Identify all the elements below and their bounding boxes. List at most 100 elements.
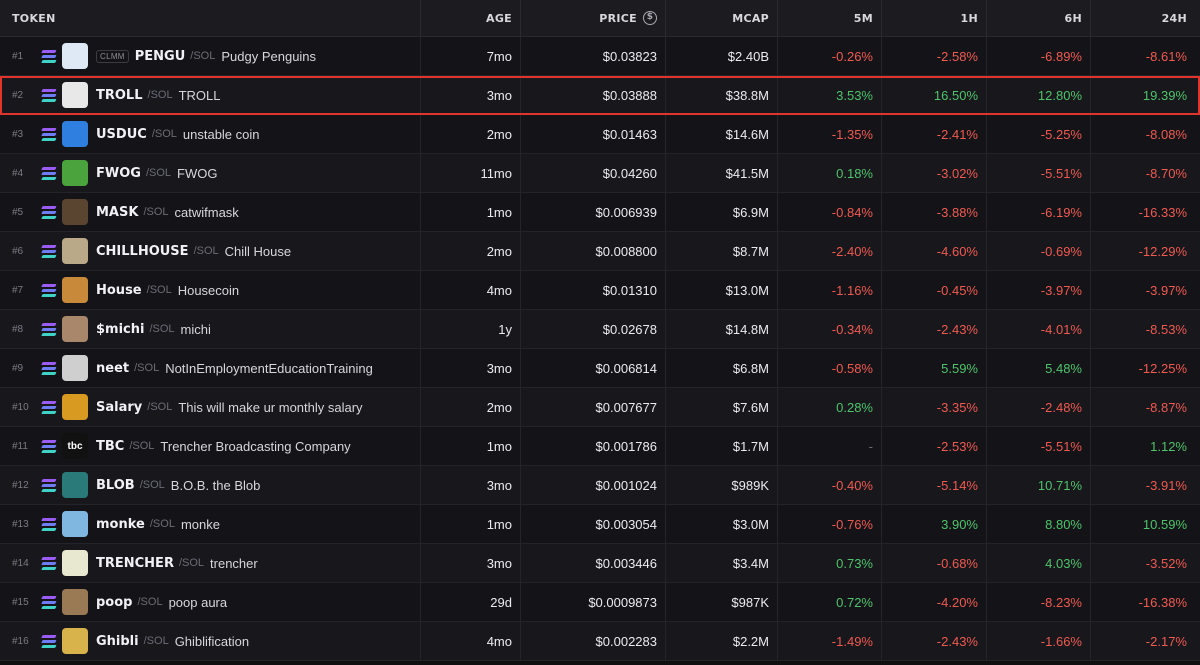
mcap-cell: $989K — [665, 466, 777, 504]
table-row[interactable]: #15 poop /SOL poop aura 29d $0.0009873 $… — [0, 583, 1200, 622]
table-row[interactable]: #2 TROLL /SOL TROLL 3mo $0.03888 $38.8M … — [0, 76, 1200, 115]
age-cell: 1mo — [420, 505, 520, 543]
token-cell[interactable]: #1 CLMM PENGU /SOL Pudgy Penguins — [0, 37, 420, 75]
price-cell: $0.006939 — [520, 193, 665, 231]
token-symbol: USDUC — [96, 126, 147, 142]
age-cell: 3mo — [420, 544, 520, 582]
solana-icon — [41, 518, 57, 530]
chain-name: SOL — [146, 635, 169, 647]
solana-icon — [41, 596, 57, 608]
table-row[interactable]: #9 neet /SOL NotInEmploymentEducationTra… — [0, 349, 1200, 388]
mcap-cell: $38.8M — [665, 76, 777, 114]
header-token[interactable]: TOKEN — [0, 0, 420, 36]
token-symbol: monke — [96, 516, 145, 532]
table-row[interactable]: #13 monke /SOL monke 1mo $0.003054 $3.0M… — [0, 505, 1200, 544]
solana-icon — [41, 167, 57, 179]
token-cell[interactable]: #5 MASK /SOL catwifmask — [0, 193, 420, 231]
change-24h-cell: -16.38% — [1090, 583, 1200, 621]
change-6h-cell: -4.01% — [986, 310, 1090, 348]
chain-name: SOL — [154, 128, 177, 140]
token-name: trencher — [210, 555, 258, 571]
solana-icon — [41, 401, 57, 413]
token-cell[interactable]: #9 neet /SOL NotInEmploymentEducationTra… — [0, 349, 420, 387]
price-cell: $0.03823 — [520, 37, 665, 75]
chain-label: /SOL — [146, 284, 172, 296]
token-symbol: TBC — [96, 438, 125, 454]
rank-label: #2 — [12, 89, 24, 101]
token-cell[interactable]: #2 TROLL /SOL TROLL — [0, 76, 420, 114]
change-1h-cell: -3.02% — [881, 154, 986, 192]
price-cell: $0.001024 — [520, 466, 665, 504]
table-row[interactable]: #12 BLOB /SOL B.O.B. the Blob 3mo $0.001… — [0, 466, 1200, 505]
change-5m-cell: -0.76% — [777, 505, 881, 543]
rank-label: #14 — [12, 557, 29, 569]
table-row[interactable]: #11 tbc TBC /SOL Trencher Broadcasting C… — [0, 427, 1200, 466]
table-row[interactable]: #8 $michi /SOL michi 1y $0.02678 $14.8M … — [0, 310, 1200, 349]
change-6h-cell: 5.48% — [986, 349, 1090, 387]
token-name: poop aura — [168, 594, 228, 610]
rank-label: #1 — [12, 50, 24, 62]
header-mcap[interactable]: MCAP — [665, 0, 777, 36]
rank-label: #12 — [12, 479, 29, 491]
change-5m-cell: -0.58% — [777, 349, 881, 387]
header-1h[interactable]: 1H — [881, 0, 986, 36]
change-1h-cell: -2.43% — [881, 622, 986, 660]
dollar-toggle-icon[interactable]: $ — [643, 11, 657, 25]
solana-icon — [41, 440, 57, 452]
token-cell[interactable]: #8 $michi /SOL michi — [0, 310, 420, 348]
token-cell[interactable]: #12 BLOB /SOL B.O.B. the Blob — [0, 466, 420, 504]
change-24h-cell: -8.08% — [1090, 115, 1200, 153]
token-name: michi — [180, 321, 211, 337]
table-row[interactable]: #16 Ghibli /SOL Ghiblification 4mo $0.00… — [0, 622, 1200, 661]
table-row[interactable]: #6 CHILLHOUSE /SOL Chill House 2mo $0.00… — [0, 232, 1200, 271]
change-6h-cell: -5.51% — [986, 154, 1090, 192]
header-5m[interactable]: 5M — [777, 0, 881, 36]
rank-label: #16 — [12, 635, 29, 647]
header-24h[interactable]: 24H — [1090, 0, 1200, 36]
token-cell[interactable]: #13 monke /SOL monke — [0, 505, 420, 543]
table-row[interactable]: #4 FWOG /SOL FWOG 11mo $0.04260 $41.5M 0… — [0, 154, 1200, 193]
chain-name: SOL — [140, 596, 163, 608]
pool-type-badge: CLMM — [96, 49, 129, 63]
table-row[interactable]: #14 TRENCHER /SOL trencher 3mo $0.003446… — [0, 544, 1200, 583]
token-cell[interactable]: #4 FWOG /SOL FWOG — [0, 154, 420, 192]
token-symbol: Ghibli — [96, 633, 139, 649]
change-5m-cell: -0.40% — [777, 466, 881, 504]
penguin-icon — [62, 43, 88, 69]
change-6h-cell: -3.97% — [986, 271, 1090, 309]
chain-name: SOL — [149, 167, 172, 179]
house-coin-icon — [62, 277, 88, 303]
header-age[interactable]: AGE — [420, 0, 520, 36]
age-cell: 29d — [420, 583, 520, 621]
table-row[interactable]: #10 Salary /SOL This will make ur monthl… — [0, 388, 1200, 427]
table-row[interactable]: #3 USDUC /SOL unstable coin 2mo $0.01463… — [0, 115, 1200, 154]
token-cell[interactable]: #15 poop /SOL poop aura — [0, 583, 420, 621]
blob-icon — [62, 472, 88, 498]
table-row[interactable]: #7 House /SOL Housecoin 4mo $0.01310 $13… — [0, 271, 1200, 310]
change-24h-cell: -3.91% — [1090, 466, 1200, 504]
face-icon — [62, 355, 88, 381]
solana-icon — [41, 362, 57, 374]
token-cell[interactable]: #6 CHILLHOUSE /SOL Chill House — [0, 232, 420, 270]
table-row[interactable]: #1 CLMM PENGU /SOL Pudgy Penguins 7mo $0… — [0, 37, 1200, 76]
token-cell[interactable]: #3 USDUC /SOL unstable coin — [0, 115, 420, 153]
chain-label: /SOL — [147, 89, 173, 101]
solana-icon — [41, 206, 57, 218]
header-6h[interactable]: 6H — [986, 0, 1090, 36]
chain-label: /SOL — [145, 167, 172, 179]
change-5m-cell: 0.72% — [777, 583, 881, 621]
token-cell[interactable]: #14 TRENCHER /SOL trencher — [0, 544, 420, 582]
rank-label: #7 — [12, 284, 24, 296]
token-cell[interactable]: #10 Salary /SOL This will make ur monthl… — [0, 388, 420, 426]
table-row[interactable]: #5 MASK /SOL catwifmask 1mo $0.006939 $6… — [0, 193, 1200, 232]
token-cell[interactable]: #11 tbc TBC /SOL Trencher Broadcasting C… — [0, 427, 420, 465]
token-cell[interactable]: #7 House /SOL Housecoin — [0, 271, 420, 309]
token-cell[interactable]: #16 Ghibli /SOL Ghiblification — [0, 622, 420, 660]
header-price[interactable]: PRICE $ — [520, 0, 665, 36]
change-1h-cell: -2.58% — [881, 37, 986, 75]
rank-label: #10 — [12, 401, 29, 413]
mcap-cell: $987K — [665, 583, 777, 621]
change-6h-cell: 10.71% — [986, 466, 1090, 504]
mcap-cell: $6.9M — [665, 193, 777, 231]
mcap-cell: $14.8M — [665, 310, 777, 348]
